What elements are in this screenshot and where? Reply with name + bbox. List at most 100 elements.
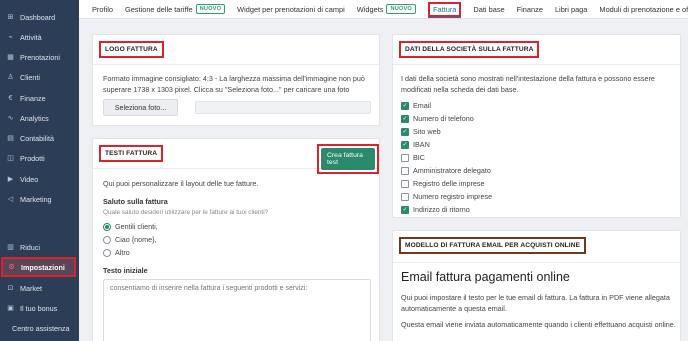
sidebar-item-label: Impostazioni (21, 262, 65, 272)
checkbox-label: Numero di telefono (413, 114, 474, 123)
sidebar-item-label: Contabilità (20, 133, 54, 143)
greeting-option[interactable]: Altro (103, 248, 130, 257)
card-title: MODELLO DI FATTURA EMAIL PER ACQUISTI ON… (399, 237, 587, 254)
tab-dati-base[interactable]: Dati base (473, 0, 504, 18)
sidebar-item-label: Riduci (20, 242, 40, 252)
greeting-option[interactable]: Gentili clienti, (103, 222, 158, 231)
company-field-checkbox[interactable]: ✓ Sito web (401, 127, 441, 136)
company-field-checkbox[interactable]: Numero registro imprese (401, 192, 492, 201)
tab-label: Widget per prenotazioni di campi (237, 4, 345, 14)
greeting-option[interactable]: Ciao {nome}, (103, 235, 157, 244)
company-field-checkbox[interactable]: Registro delle imprese (401, 179, 485, 188)
tab-libri-paga[interactable]: Libri paga (555, 0, 587, 18)
tab-widget-campi[interactable]: Widget per prenotazioni di campi (237, 0, 345, 18)
sidebar-item-analytics[interactable]: ∿ Analytics (0, 108, 79, 128)
analytics-icon: ∿ (7, 115, 14, 122)
checkbox-icon (401, 166, 409, 175)
card-title: DATI DELLA SOCIETÀ SULLA FATTURA (399, 41, 540, 58)
tab-label: Widgets (356, 4, 384, 14)
email-paragraph-1: Qui puoi impostare il testo per le tue e… (401, 293, 670, 313)
checkbox-checked-icon: ✓ (401, 140, 409, 149)
collapse-icon: ▥ (7, 244, 14, 251)
company-field-checkbox[interactable]: BIC (401, 153, 425, 162)
sidebar-item-prenotazioni[interactable]: ▦ Prenotazioni (0, 47, 79, 67)
sidebar-item-attivita[interactable]: ⌁ Attività (0, 27, 79, 47)
sidebar-item-market[interactable]: ⊡ Market (0, 278, 79, 298)
checkbox-icon (401, 179, 409, 188)
sidebar-item-label: Finanze (20, 93, 46, 103)
checkbox-icon (401, 153, 409, 162)
texts-card: TESTI FATTURA Crea fattura test Qui puoi… (92, 138, 380, 341)
checkbox-label: BIC (413, 153, 425, 162)
sidebar-item-bonus[interactable]: ▣ Il tuo bonus (0, 298, 79, 318)
company-field-checkbox[interactable]: ✓ Indirizzo di ritorno (401, 205, 470, 214)
card-header: LOGO FATTURA (93, 35, 379, 65)
company-field-checkbox[interactable]: ✓ Numero di telefono (401, 114, 474, 123)
sidebar-item-label: Il tuo bonus (20, 303, 58, 313)
sidebar-item-dashboard[interactable]: ⊞ Dashboard (0, 7, 79, 27)
sidebar-item-finanze[interactable]: € Finanze (0, 88, 79, 108)
card-title: TESTI FATTURA (99, 145, 164, 162)
checkbox-checked-icon: ✓ (401, 205, 409, 214)
box-icon: ◫ (7, 155, 14, 162)
create-test-invoice-button[interactable]: Crea fattura test (321, 148, 375, 170)
gift-icon: ▣ (7, 305, 14, 312)
sidebar-item-label: Prenotazioni (20, 52, 60, 62)
tab-moduli[interactable]: Moduli di prenotazione e offerte (599, 0, 688, 18)
checkbox-label: IBAN (413, 140, 430, 149)
sidebar-item-assistenza[interactable]: Centro assistenza (0, 318, 79, 338)
sidebar-item-label: Prodotti (20, 153, 45, 163)
tab-fattura[interactable]: Fattura (427, 0, 462, 18)
sidebar-item-label: Marketing (20, 194, 52, 204)
sidebar-item-video[interactable]: ▶ Video (0, 169, 79, 189)
sidebar-item-contabilita[interactable]: ▤ Contabilità (0, 128, 79, 148)
greeting-hint: Quale saluto desideri utilizzare per le … (103, 209, 269, 216)
sidebar-item-label: Attività (20, 32, 42, 42)
sidebar-item-clienti[interactable]: ♙ Clienti (0, 67, 79, 87)
texts-intro: Qui puoi personalizzare il layout delle … (103, 179, 259, 188)
new-badge: NUOVO (195, 4, 226, 14)
card-header: TESTI FATTURA Crea fattura test (93, 139, 379, 174)
checkbox-icon (401, 192, 409, 201)
sidebar-item-impostazioni[interactable]: ⚙ Impostazioni (1, 257, 76, 277)
option-label: Ciao {nome}, (115, 235, 157, 244)
sidebar-item-label: Market (20, 283, 42, 293)
sidebar-item-prodotti[interactable]: ◫ Prodotti (0, 148, 79, 168)
tab-label: Moduli di prenotazione e offerte (599, 4, 688, 14)
checkbox-label: Amministratore delegato (413, 166, 491, 175)
company-data-description: I dati della società sono mostrati nell'… (401, 74, 655, 94)
user-icon: ♙ (7, 74, 14, 81)
megaphone-icon: ◁ (7, 196, 14, 203)
company-field-checkbox[interactable]: ✓ IBAN (401, 140, 430, 149)
tab-finanze[interactable]: Finanze (517, 0, 543, 18)
calendar-icon: ▦ (7, 54, 14, 61)
radio-icon (103, 235, 111, 244)
intro-text-label: Testo iniziale (103, 266, 148, 275)
sidebar-item-label: Analytics (20, 113, 49, 123)
company-field-checkbox[interactable]: ✓ Email (401, 101, 431, 110)
tab-widgets[interactable]: Widgets NUOVO (356, 0, 416, 18)
play-icon: ▶ (7, 176, 14, 183)
checkbox-label: Sito web (413, 127, 441, 136)
option-label: Gentili clienti, (115, 222, 158, 231)
email-template-card: MODELLO DI FATTURA EMAIL PER ACQUISTI ON… (392, 230, 681, 341)
company-data-card: DATI DELLA SOCIETÀ SULLA FATTURA I dati … (392, 34, 681, 218)
tab-tariffe[interactable]: Gestione delle tariffe NUOVO (125, 0, 226, 18)
dashboard-icon: ⊞ (7, 14, 14, 21)
option-label: Altro (115, 248, 130, 257)
sidebar-item-riduci[interactable]: ▥ Riduci (0, 237, 79, 257)
sidebar-item-marketing[interactable]: ◁ Marketing (0, 189, 79, 209)
new-badge: NUOVO (386, 4, 416, 14)
select-photo-button[interactable]: Seleziona foto... (103, 99, 178, 116)
checkbox-checked-icon: ✓ (401, 101, 409, 110)
checkbox-checked-icon: ✓ (401, 114, 409, 123)
photo-filename-field[interactable] (195, 101, 371, 114)
greeting-label: Saluto sulla fattura (103, 197, 168, 206)
tab-profilo[interactable]: Profilo (92, 0, 113, 18)
card-title: LOGO FATTURA (99, 41, 164, 58)
euro-icon: € (8, 94, 13, 102)
logo-description: Formato immagine consigliato: 4:3 - La l… (103, 74, 365, 94)
settings-tabs: Profilo Gestione delle tariffe NUOVO Widg… (79, 0, 688, 19)
intro-text-textarea[interactable]: consentiamo di inserire nella fattura i … (103, 279, 371, 341)
company-field-checkbox[interactable]: Amministratore delegato (401, 166, 491, 175)
